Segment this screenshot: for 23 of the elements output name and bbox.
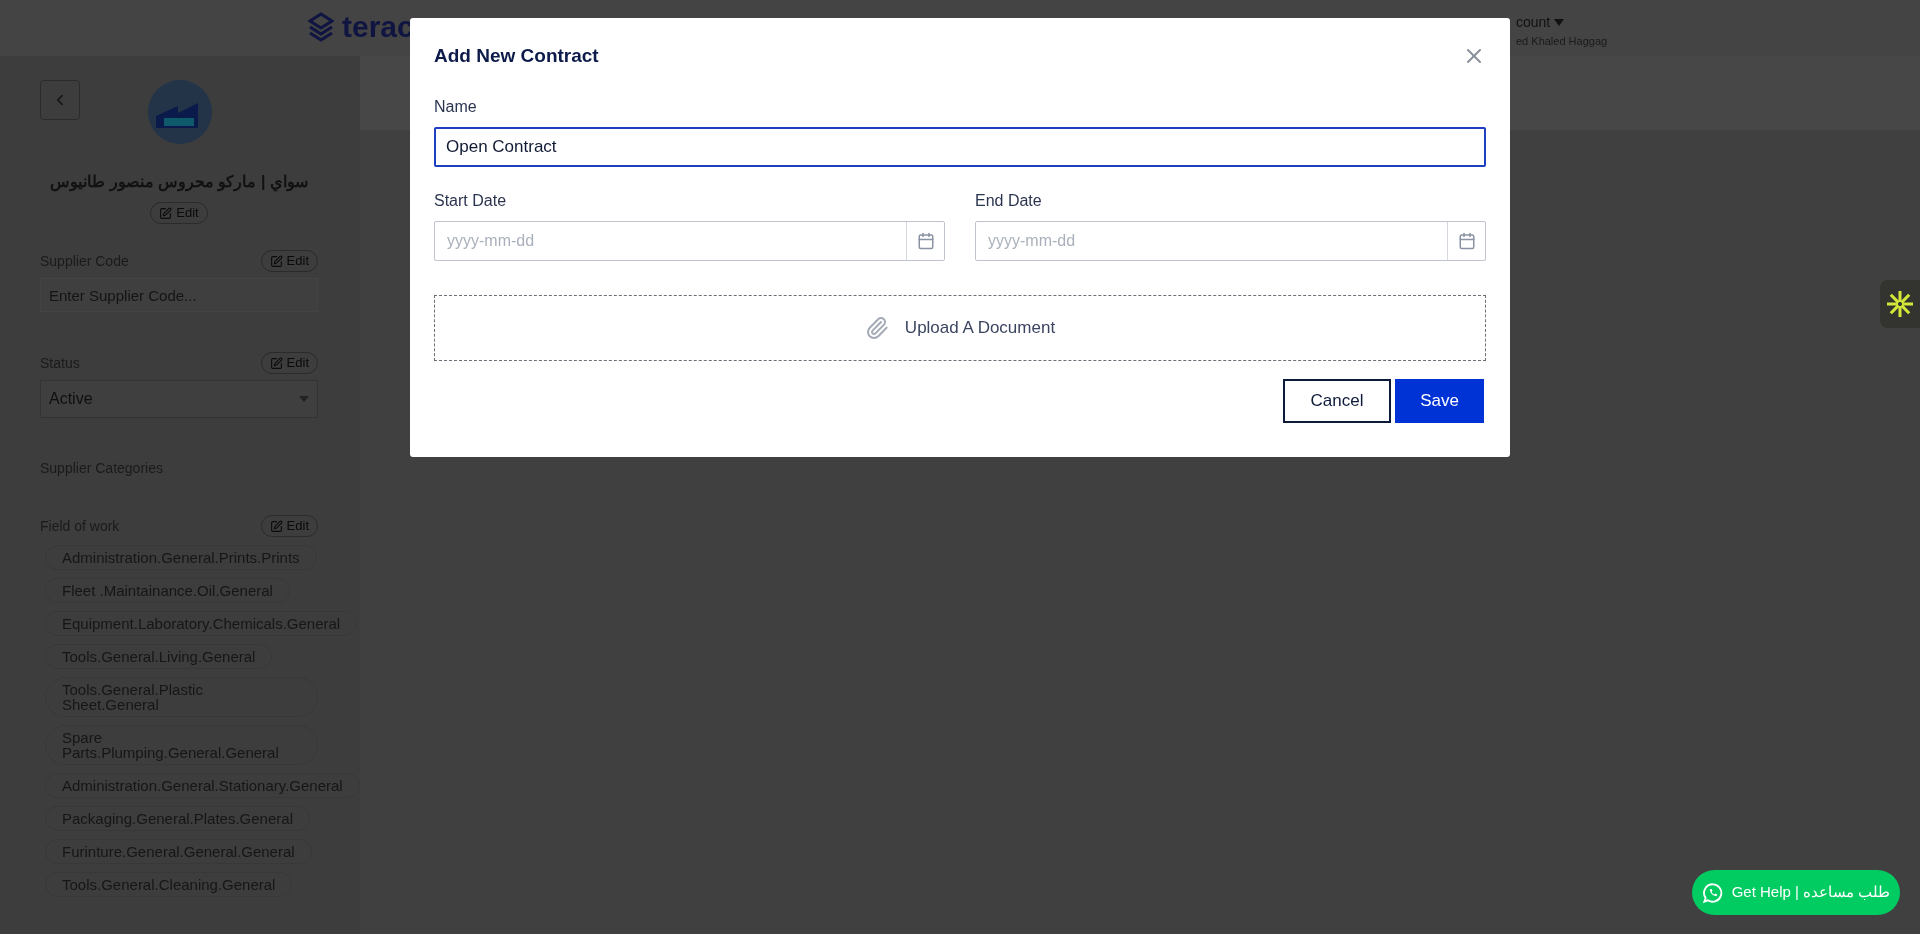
- cancel-button[interactable]: Cancel: [1283, 378, 1391, 423]
- edit-icon: [269, 356, 283, 370]
- edit-icon: [269, 254, 283, 268]
- calendar-icon[interactable]: [916, 231, 935, 250]
- field-label: End Date: [975, 190, 1043, 211]
- name-field[interactable]: Open Contract: [434, 126, 1486, 167]
- upload-dropzone[interactable]: Upload A Document: [434, 294, 1486, 361]
- save-button[interactable]: Save: [1395, 378, 1484, 423]
- field-label: Name: [434, 96, 478, 117]
- asterisk-icon: [1886, 290, 1914, 318]
- logo-icon: [308, 12, 334, 42]
- side-widget-button[interactable]: [1880, 280, 1920, 328]
- get-help-button[interactable]: Get Help | طلب مساعده: [1692, 870, 1900, 915]
- caret-icon: [299, 396, 309, 402]
- chat-bubble-icon: [1701, 881, 1724, 904]
- edit-icon: [159, 206, 173, 220]
- field-label: Start Date: [434, 190, 508, 211]
- calendar-icon[interactable]: [1457, 231, 1476, 250]
- edit-icon: [269, 519, 283, 533]
- factory-avatar-icon: [148, 80, 212, 144]
- dialog-title: Add New Contract: [434, 44, 599, 68]
- paperclip-icon: [864, 315, 889, 340]
- caret-icon: [1554, 19, 1565, 26]
